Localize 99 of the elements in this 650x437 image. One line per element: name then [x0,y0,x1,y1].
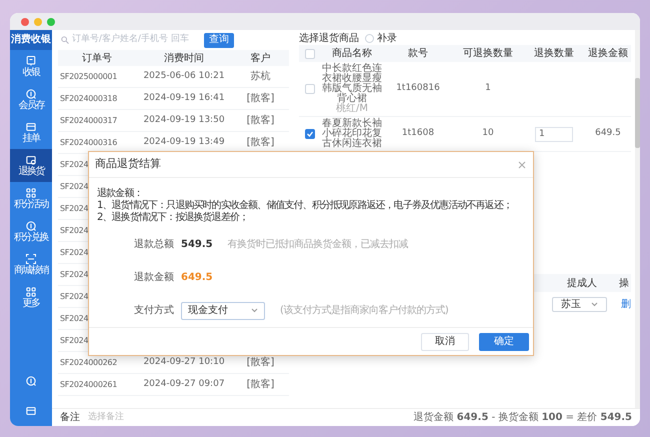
staff-select[interactable]: 苏玉 [552,296,607,312]
receipt-icon [25,55,37,67]
sidebar-item[interactable]: 商城核销 [10,248,52,281]
table-cell-text: SF2024 [59,334,88,346]
field-label: 退款总额 [134,238,174,252]
close-icon[interactable] [21,18,29,26]
quantity-field[interactable]: 1 [535,126,573,142]
column-header: 款号 [408,47,428,61]
table-cell-text: SF2024 [59,312,88,324]
field-label: 支付方式 [134,304,174,318]
table-cell-text: 2024-09-27 09:07 [143,378,225,391]
table-cell-text: SF2024 [59,202,88,214]
table-cell-text: [散客] [246,136,274,150]
checkbox[interactable] [305,129,315,139]
column-header: 退换金额 [588,46,628,61]
column-header: 商品名称 [332,46,372,61]
chevron-down-icon [251,308,258,313]
table-cell-text: SF2024000317 [59,114,117,126]
scan-icon [25,253,37,265]
total-amount: 549.5 [181,238,213,252]
refund-note: 退款金额： [97,188,143,200]
table-cell-text: 2024-09-19 16:41 [143,92,225,105]
table-cell-text: SF2024 [59,268,88,280]
table-cell-text: SF2024000318 [59,92,117,104]
table-cell-text: SF2024 [59,180,88,192]
sidebar-item[interactable]: 挂单 [10,116,52,149]
table-cell-text: [散客] [246,92,274,106]
confirm-button[interactable]: 确定 [479,332,529,350]
search-button[interactable]: 查询 [204,32,234,48]
table-cell-text: 1t160816 [396,82,440,96]
product-name: 春夏新款长袖小碎花印花复古休闲连衣裙 [322,119,382,149]
sidebar-item[interactable]: 会员存 [10,83,52,116]
field-hint: 有换货时已抵扣商品换货金额，已减去扣减 [228,238,408,252]
table-cell-text: [散客] [246,114,274,128]
table-cell-text: 649.5 [595,127,621,140]
table-cell-text: SF2025000001 [59,70,117,82]
sidebar-item[interactable]: 收银 [10,50,52,83]
coin-icon [25,375,37,387]
refund-amount: 649.5 [181,271,213,285]
sidebar-item[interactable]: 积分兑换 [10,215,52,248]
minimize-icon[interactable] [34,18,42,26]
table-cell-text: 2024-09-27 10:10 [143,356,225,369]
search-field[interactable]: 订单号/客户姓名/手机号 回车 [58,32,198,48]
radio-option[interactable]: 补录 [365,31,397,46]
cancel-button[interactable]: 取消 [421,332,469,350]
wallet-icon [25,154,37,166]
close-icon [518,160,526,168]
sidebar-item[interactable]: 退换货 [10,149,52,182]
grid-icon [25,286,37,298]
grid-icon [25,187,37,199]
check-icon [306,130,314,138]
app-logo: 消费收银 [10,30,52,50]
table-cell-text: SF2024 [59,246,88,258]
payment-select[interactable]: 现金支付 [181,302,265,320]
card-icon [25,405,37,417]
table-cell-text: SF2024000316 [59,136,117,148]
field-label: 退款金额 [134,270,174,285]
coin-icon [25,220,37,232]
table-cell-text: SF2024000262 [59,356,117,368]
table-cell-text: SF2024 [59,158,88,170]
column-header: 提成人 [567,276,597,290]
delete-link[interactable]: 删 [621,296,631,312]
table-cell-text: 2024-09-19 13:50 [143,114,225,127]
summary-text: 退货金额 649.5 - 换货金额 100 = 差价 549.5 [414,410,632,425]
search-icon [61,36,69,44]
table-cell-text: 1 [485,82,491,96]
column-header: 退换数量 [534,46,574,61]
table-cell-text: SF2024 [59,224,88,236]
coin-icon [25,88,37,100]
remark-label: 备注 [60,410,80,425]
scrollbar-thumb [635,78,640,148]
remark-field[interactable]: 选择备注 [88,410,168,424]
table-cell-text: SF2024 [59,290,88,302]
table-cell-text: 2025-06-06 10:21 [143,70,225,83]
table-cell-text: 10 [482,127,494,140]
field-hint: (该支付方式是指商家向客户付款的方式) [280,304,448,318]
refund-note: 1、退货情况下：只退购买时的实收金额、储值支付、积分抵现原路返还，电子券及优惠活动不再返还； [97,200,512,212]
table-cell-text: [散客] [246,356,274,370]
column-header: 操 [619,276,629,290]
column-header: 订单号 [81,52,113,66]
refund-note: 2、退换货情况下：按退换货退差价； [97,212,248,224]
card-icon [25,121,37,133]
column-header: 消费时间 [163,52,205,66]
table-cell-text: 1t1608 [402,127,434,140]
maximize-icon[interactable] [47,18,55,26]
table-cell-text: [散客] [246,378,274,392]
column-header: 客户 [250,52,272,66]
table-cell-text: 2024-09-19 13:49 [143,136,225,149]
product-name: 中长款红色连衣裙收腰显瘦韩版气质无袖背心裙 [322,64,382,104]
sidebar-item[interactable]: 积分活动 [10,182,52,215]
chevron-down-icon [591,302,598,306]
table-cell-text: SF2024000261 [59,378,117,390]
product-spec: 桃红/M [336,104,368,114]
close-button[interactable] [517,160,527,170]
dialog-title: 商品退货结算 [95,156,161,172]
section-title: 选择退货商品 [299,32,359,46]
sidebar-item[interactable]: 更多 [10,281,52,314]
table-cell-text: 苏杭 [250,70,270,84]
column-header: 可退换数量 [463,46,513,61]
